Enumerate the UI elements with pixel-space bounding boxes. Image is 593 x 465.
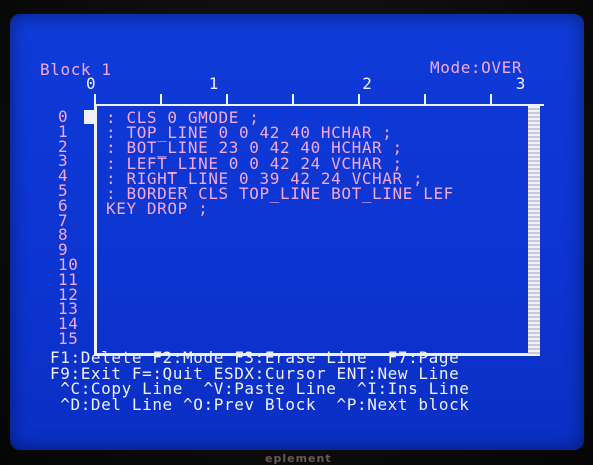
editor-scrollbar[interactable] xyxy=(528,106,540,356)
help-bar: F1:Delete F2:Mode F3:Erase Line F7:Page F… xyxy=(50,350,470,412)
ruler-label-0: 0 xyxy=(86,74,97,93)
ruler-label-3: 3 xyxy=(515,74,527,93)
code-text[interactable]: : CLS 0 GMODE ;: TOP_LINE 0 0 42 40 HCHA… xyxy=(106,109,454,217)
ruler-tick xyxy=(424,94,426,104)
column-ruler: 0 1 2 3 xyxy=(86,76,526,92)
help-line: ^D:Del Line ^O:Prev Block ^P:Next block xyxy=(50,394,470,414)
ruler-tick xyxy=(292,94,294,104)
photo-frame: Block 1 Mode:OVER 0 1 2 3 0 1 2 3 4 5 6 7 8 9 10 11… xyxy=(0,0,593,465)
ruler-label-2: 2 xyxy=(362,74,373,93)
ruler-tick xyxy=(226,94,228,104)
code-line[interactable]: KEY DROP ; xyxy=(106,201,454,217)
text-cursor xyxy=(84,110,96,124)
monitor-brand-label: eplement xyxy=(265,452,332,465)
ruler-tick xyxy=(358,94,360,104)
line-number: 15 xyxy=(58,328,79,348)
ruler-tick xyxy=(490,94,492,104)
ruler-tick xyxy=(160,94,162,104)
line-number-gutter: 0 1 2 3 4 5 6 7 8 9 10 11 12 13 14 15 xyxy=(58,109,79,348)
crt-screen: Block 1 Mode:OVER 0 1 2 3 0 1 2 3 4 5 6 7 8 9 10 11… xyxy=(10,14,584,450)
ruler-label-1: 1 xyxy=(208,74,220,93)
ruler-tick xyxy=(94,94,96,104)
